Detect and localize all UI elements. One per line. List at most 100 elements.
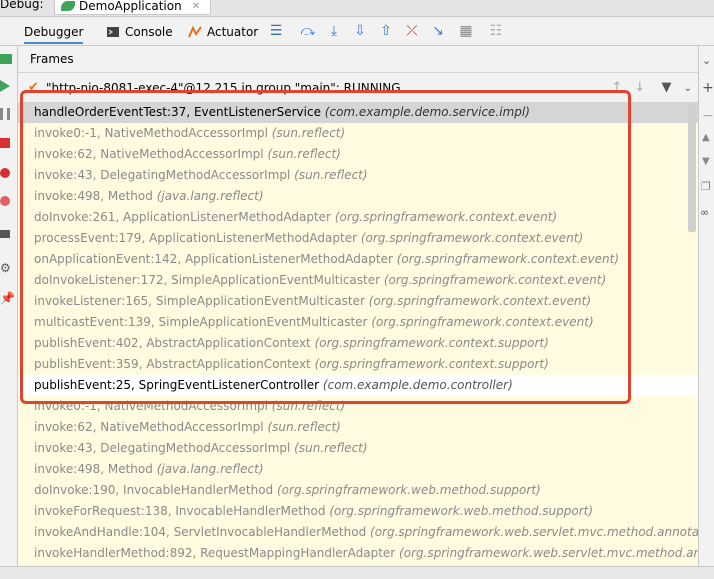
frame-method: processEvent:179, ApplicationListenerMet… bbox=[34, 231, 358, 245]
filter-icon[interactable]: ▼ bbox=[661, 80, 671, 95]
stack-frame-row[interactable]: publishEvent:402, AbstractApplicationCon… bbox=[18, 333, 698, 354]
frame-package: (org.springframework.context.event) bbox=[383, 273, 607, 287]
pin-icon[interactable]: 📌 bbox=[0, 292, 15, 304]
frames-list: handleOrderEventTest:37, EventListenerSe… bbox=[18, 102, 698, 576]
frame-package: (com.example.demo.controller) bbox=[322, 378, 513, 392]
scrollbar-thumb[interactable] bbox=[688, 104, 696, 232]
stack-frame-row[interactable]: invoke:498, Method (java.lang.reflect) bbox=[18, 186, 698, 207]
actuator-icon bbox=[188, 25, 202, 38]
stack-frame-row[interactable]: multicastEvent:139, SimpleApplicationEve… bbox=[18, 312, 698, 333]
tab-debugger[interactable]: Debugger bbox=[24, 22, 84, 44]
remove-icon[interactable]: − bbox=[702, 108, 714, 124]
check-icon: ✔ bbox=[28, 80, 39, 95]
copy-icon[interactable]: ❐ bbox=[701, 180, 711, 193]
frame-method: handleOrderEventTest:37, EventListenerSe… bbox=[34, 105, 321, 119]
stack-frame-row[interactable]: invoke0:-1, NativeMethodAccessorImpl (su… bbox=[18, 396, 698, 417]
frame-method: doInvoke:190, InvocableHandlerMethod bbox=[34, 483, 274, 497]
console-tab-label: Console bbox=[125, 25, 173, 39]
stack-frame-row[interactable]: publishEvent:25, SpringEventListenerCont… bbox=[18, 375, 698, 396]
drop-frame-icon[interactable]: ⤫ bbox=[404, 23, 420, 39]
stack-frame-row[interactable]: invokeListener:165, SimpleApplicationEve… bbox=[18, 291, 698, 312]
frame-package: (org.springframework.context.support) bbox=[314, 336, 549, 350]
frame-package: (org.springframework.web.servlet.mvc.met… bbox=[399, 546, 698, 560]
frame-package: (sun.reflect) bbox=[294, 168, 368, 182]
frame-method: invoke0:-1, NativeMethodAccessorImpl bbox=[34, 126, 268, 140]
run-to-cursor-icon[interactable]: ↘ bbox=[430, 23, 446, 39]
frame-package: (sun.reflect) bbox=[271, 399, 346, 413]
rerun-icon[interactable] bbox=[0, 54, 12, 64]
arrow-down-icon[interactable]: ↓ bbox=[634, 80, 645, 95]
close-icon[interactable]: ✕ bbox=[192, 1, 200, 12]
stack-frame-row[interactable]: processEvent:179, ApplicationListenerMet… bbox=[18, 228, 698, 249]
stack-frame-row[interactable]: onApplicationEvent:142, ApplicationListe… bbox=[18, 249, 698, 270]
frame-method: invoke:498, Method bbox=[34, 462, 153, 476]
frame-method: invokeForRequest:138, InvocableHandlerMe… bbox=[34, 504, 326, 518]
arrow-up-icon[interactable]: ↑ bbox=[611, 80, 622, 95]
frames-title: Frames bbox=[30, 52, 74, 66]
stack-frame-row[interactable]: invoke:62, NativeMethodAccessorImpl (sun… bbox=[18, 417, 698, 438]
layout-menu-icon[interactable]: ☰ bbox=[268, 23, 284, 39]
frame-package: (org.springframework.web.method.support) bbox=[329, 504, 594, 518]
stack-frame-row[interactable]: invoke:62, NativeMethodAccessorImpl (sun… bbox=[18, 144, 698, 165]
frame-package: (sun.reflect) bbox=[271, 126, 346, 140]
pause-icon[interactable] bbox=[0, 108, 10, 120]
stack-frame-row[interactable]: invoke:43, DelegatingMethodAccessorImpl … bbox=[18, 438, 698, 459]
tab-actuator[interactable]: Actuator bbox=[188, 22, 258, 42]
stack-frame-row[interactable]: doInvoke:190, InvocableHandlerMethod (or… bbox=[18, 480, 698, 501]
stop-icon[interactable] bbox=[0, 138, 10, 148]
frame-package: (sun.reflect) bbox=[267, 147, 341, 161]
move-down-icon[interactable]: ▼ bbox=[702, 156, 710, 167]
glasses-icon[interactable]: ∞ bbox=[700, 206, 709, 219]
frame-package: (org.springframework.context.event) bbox=[368, 294, 592, 308]
mute-breakpoints-icon[interactable] bbox=[0, 196, 10, 206]
actuator-tab-label: Actuator bbox=[207, 25, 259, 39]
frame-package: (org.springframework.context.event) bbox=[371, 315, 594, 329]
run-config-tab[interactable]: DemoApplication ✕ bbox=[54, 0, 212, 15]
tab-console[interactable]: Console bbox=[106, 22, 173, 42]
stack-frame-row[interactable]: doInvoke:261, ApplicationListenerMethodA… bbox=[18, 207, 698, 228]
trace-icon[interactable]: ☷ bbox=[488, 23, 504, 39]
frame-method: invoke0:-1, NativeMethodAccessorImpl bbox=[34, 399, 268, 413]
console-icon bbox=[107, 27, 119, 37]
camera-icon[interactable] bbox=[0, 230, 10, 238]
debug-title-bar: Debug: DemoApplication ✕ bbox=[0, 0, 714, 17]
move-up-icon[interactable]: ▲ bbox=[702, 132, 710, 143]
stack-frame-row[interactable]: invokeAndHandle:104, ServletInvocableHan… bbox=[18, 522, 698, 543]
frame-package: (org.springframework.context.event) bbox=[360, 231, 584, 245]
frame-method: invoke:43, DelegatingMethodAccessorImpl bbox=[34, 168, 291, 182]
spring-boot-icon bbox=[61, 1, 75, 11]
gear-icon[interactable]: ⚙ bbox=[0, 262, 14, 274]
stack-frame-row[interactable]: invokeHandlerMethod:892, RequestMappingH… bbox=[18, 543, 698, 564]
show-execution-point-icon[interactable]: ⤼ bbox=[300, 23, 316, 39]
resume-icon[interactable] bbox=[0, 80, 10, 92]
step-into-icon[interactable]: ⇩ bbox=[352, 23, 368, 39]
frames-tools: ↑ ↓ ▼ ⌄ bbox=[611, 80, 692, 95]
frame-package: (org.springframework.context.event) bbox=[396, 252, 620, 266]
step-over-icon[interactable]: ⤓ bbox=[326, 23, 342, 39]
stack-frame-row[interactable]: invokeForRequest:138, InvocableHandlerMe… bbox=[18, 501, 698, 522]
frame-package: (org.springframework.context.support) bbox=[314, 357, 549, 371]
frame-method: invokeHandlerMethod:892, RequestMappingH… bbox=[34, 546, 396, 560]
step-out-icon[interactable]: ⇧ bbox=[378, 23, 394, 39]
add-icon[interactable]: + bbox=[702, 80, 714, 96]
frame-package: (com.example.demo.service.impl) bbox=[324, 105, 530, 119]
stack-frame-row[interactable]: handleOrderEventTest:37, EventListenerSe… bbox=[18, 102, 698, 123]
thread-label: "http-nio-8081-exec-4"@12,215 in group "… bbox=[46, 81, 401, 95]
stack-frame-row[interactable]: invoke0:-1, NativeMethodAccessorImpl (su… bbox=[18, 123, 698, 144]
stack-frame-row[interactable]: invoke:43, DelegatingMethodAccessorImpl … bbox=[18, 165, 698, 186]
evaluate-expression-icon[interactable]: ▦ bbox=[458, 23, 474, 39]
stack-frame-row[interactable]: invoke:498, Method (java.lang.reflect) bbox=[18, 459, 698, 480]
frame-method: invoke:43, DelegatingMethodAccessorImpl bbox=[34, 441, 291, 455]
thread-selector[interactable]: ✔ "http-nio-8081-exec-4"@12,215 in group… bbox=[18, 74, 698, 100]
frame-method: invoke:62, NativeMethodAccessorImpl bbox=[34, 420, 264, 434]
frame-package: (java.lang.reflect) bbox=[156, 189, 264, 203]
view-breakpoints-icon[interactable] bbox=[0, 168, 10, 178]
frame-method: publishEvent:402, AbstractApplicationCon… bbox=[34, 336, 311, 350]
frame-method: invokeAndHandle:104, ServletInvocableHan… bbox=[34, 525, 367, 539]
stack-frame-row[interactable]: publishEvent:359, AbstractApplicationCon… bbox=[18, 354, 698, 375]
frame-package: (org.springframework.context.event) bbox=[334, 210, 558, 224]
chevron-down-icon[interactable]: ⌄ bbox=[684, 83, 692, 94]
frame-method: doInvoke:261, ApplicationListenerMethodA… bbox=[34, 210, 331, 224]
stack-frame-row[interactable]: doInvokeListener:172, SimpleApplicationE… bbox=[18, 270, 698, 291]
chevron-down-icon[interactable]: ⌄ bbox=[702, 54, 711, 67]
